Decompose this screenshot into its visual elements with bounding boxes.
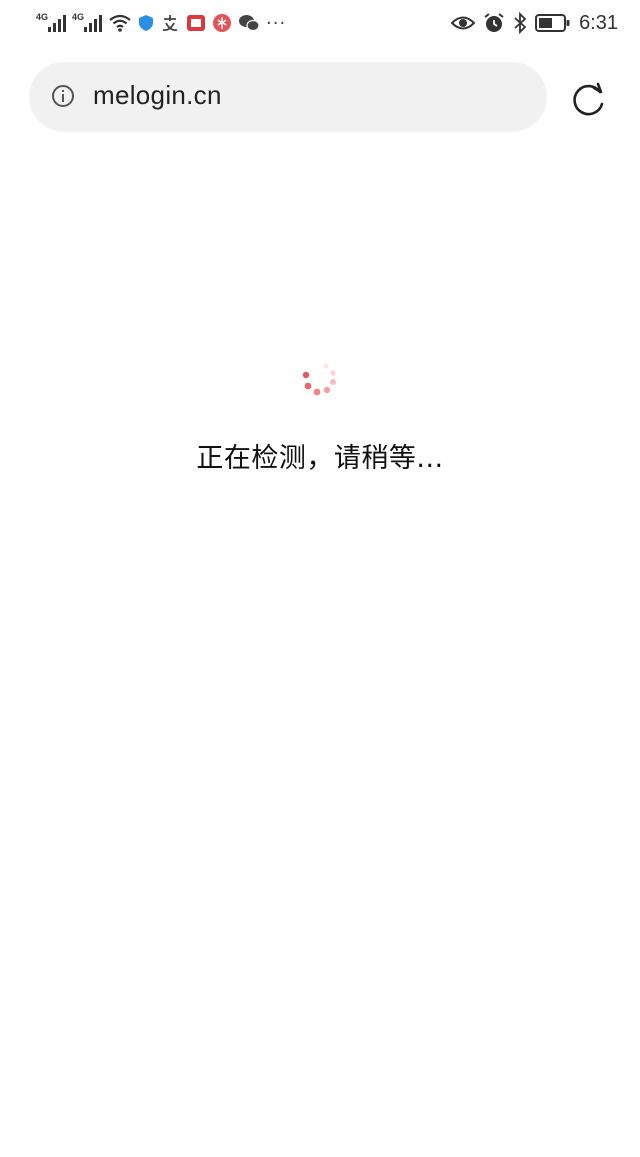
shield-icon xyxy=(139,15,153,31)
loading-message: 正在检测，请稍等... xyxy=(196,443,444,474)
alipay-icon xyxy=(162,15,178,32)
status-left: 4G 4G ··· xyxy=(36,10,286,36)
status-right: 6:31 xyxy=(451,10,618,36)
loading-spinner xyxy=(302,363,336,396)
clock: 6:31 xyxy=(579,11,618,34)
refresh-icon[interactable] xyxy=(570,80,608,118)
more-notifications-icon: ··· xyxy=(266,12,287,34)
status-bar: 4G 4G ··· 6:31 xyxy=(0,0,640,46)
network-type-label: 4G xyxy=(72,12,85,22)
network-type-label: 4G xyxy=(36,12,49,22)
battery-icon xyxy=(535,14,570,32)
alarm-icon xyxy=(484,13,504,32)
signal-icon: 4G xyxy=(72,12,102,34)
info-icon[interactable] xyxy=(52,85,74,107)
book-icon xyxy=(187,15,205,31)
signal-icon: 4G xyxy=(36,12,66,34)
wifi-icon xyxy=(109,14,131,32)
wechat-icon xyxy=(239,15,260,32)
url-text[interactable]: melogin.cn xyxy=(93,80,222,111)
bluetooth-icon xyxy=(514,12,527,34)
address-bar[interactable]: melogin.cn xyxy=(29,62,547,132)
app-icon xyxy=(213,14,231,32)
eye-icon xyxy=(451,16,476,30)
